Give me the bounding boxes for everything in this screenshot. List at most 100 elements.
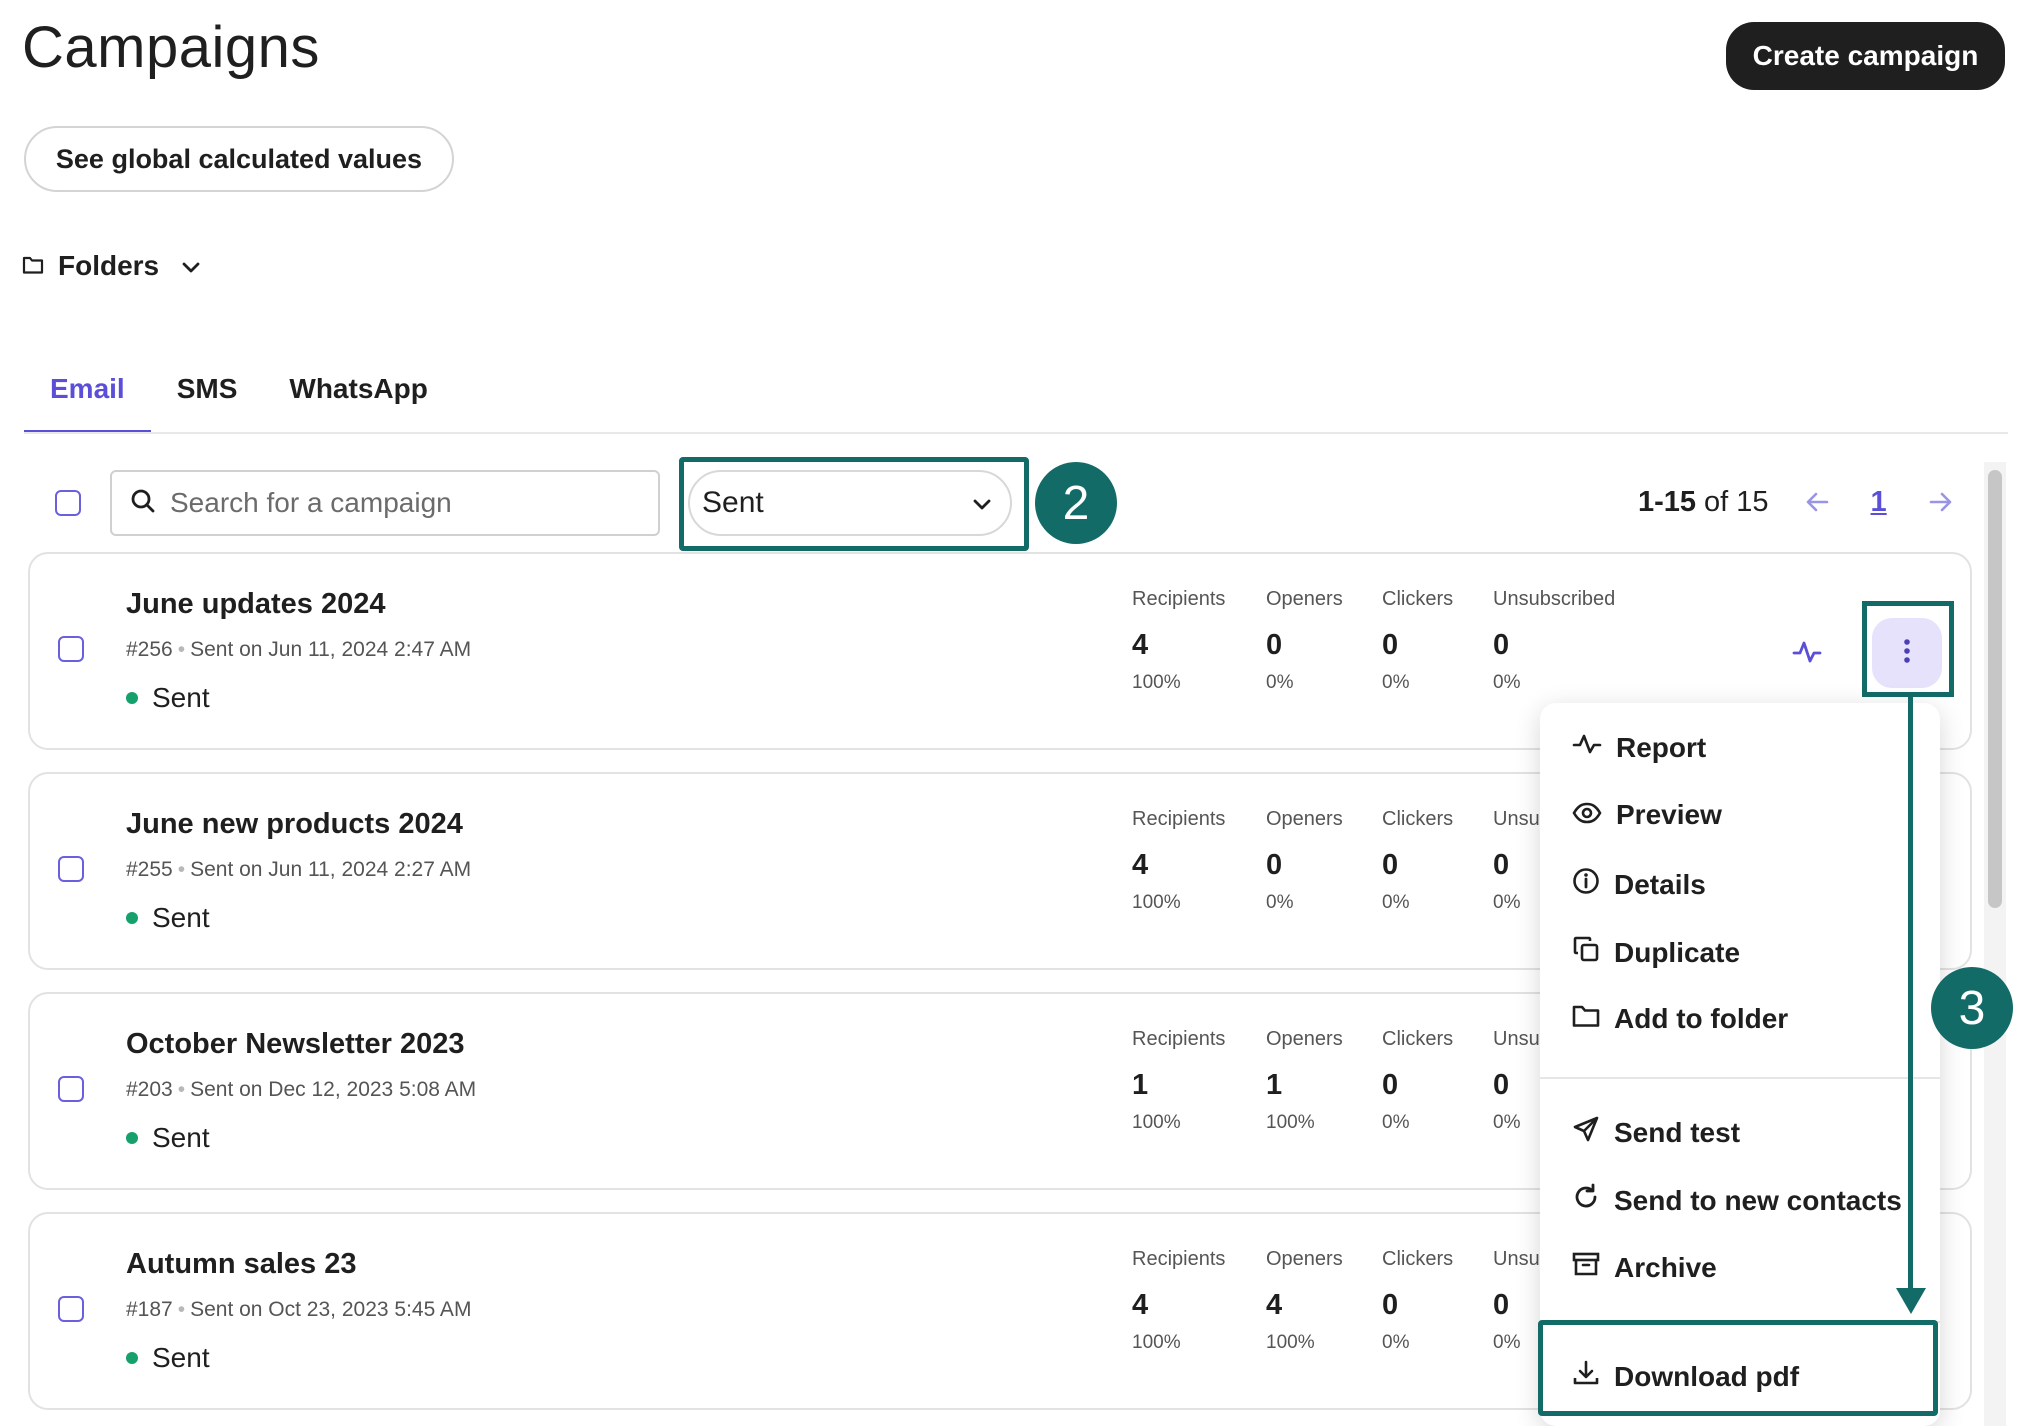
annotation-arrow-line [1908,697,1913,1293]
eye-icon [1572,799,1602,831]
campaign-name[interactable]: June updates 2024 [126,588,386,621]
stat-pct: 100% [1132,1112,1181,1133]
select-all-checkbox[interactable] [55,490,81,516]
campaign-id: #255 [126,858,173,881]
status-dot [126,692,138,704]
stat-value: 0 [1493,849,1510,881]
status-label: Sent [152,1122,210,1153]
stat-value: 4 [1132,629,1149,661]
status-label: Sent [152,902,210,933]
stat-openers: Openers 0 0% [1266,588,1343,694]
campaign-meta: #187 • Sent on Oct 23, 2023 5:45 AM [126,1298,472,1321]
campaign-id: #203 [126,1078,173,1101]
stat-openers: Openers 4 100% [1266,1248,1343,1354]
menu-label: Preview [1616,799,1722,830]
create-campaign-button[interactable]: Create campaign [1726,22,2005,90]
campaign-status: Sent [126,1342,210,1374]
campaign-status: Sent [126,682,210,714]
campaign-checkbox[interactable] [58,856,84,882]
tab-email[interactable]: Email [24,370,151,434]
campaign-name[interactable]: June new products 2024 [126,808,463,841]
status-label: Sent [152,1342,210,1373]
more-actions-highlight [1862,601,1954,697]
stat-label: Openers [1266,1248,1343,1270]
status-label: Sent [152,682,210,713]
stat-pct: 100% [1266,1332,1315,1353]
campaign-checkbox[interactable] [58,1076,84,1102]
search-input[interactable] [170,487,610,519]
stat-pct: 0% [1266,672,1294,693]
duplicate-icon [1572,935,1600,970]
stat-unsubscribed: Unsu 0 0% [1493,1248,1540,1354]
menu-label: Add to folder [1614,1003,1789,1034]
channel-tabs: Email SMS WhatsApp [24,370,454,434]
tabs-divider [24,432,2008,434]
menu-label: Duplicate [1614,936,1741,968]
stat-label: Clickers [1382,588,1454,610]
menu-item-send-to-new-contacts[interactable]: Send to new contacts [1572,1183,1902,1218]
arrow-right-icon[interactable] [1929,484,1953,521]
stat-label: Recipients [1132,1028,1226,1050]
stat-label: Openers [1266,588,1343,610]
stat-value: 0 [1382,629,1399,661]
global-values-button[interactable]: See global calculated values [24,126,454,192]
status-filter-select[interactable]: Sent [688,470,1012,536]
stat-value: 4 [1266,1289,1283,1321]
menu-label: Send test [1614,1116,1741,1148]
info-icon [1572,867,1600,902]
search-box[interactable] [110,470,660,536]
stat-label: Openers [1266,1028,1343,1050]
menu-label: Details [1614,868,1706,900]
stat-unsubscribed: Unsubscribed 0 0% [1493,588,1615,694]
menu-item-report[interactable]: Report [1572,731,1706,764]
folders-label: Folders [58,250,160,281]
pager-page-1[interactable]: 1 [1871,486,1887,519]
archive-icon [1572,1251,1600,1284]
menu-item-preview[interactable]: Preview [1572,799,1722,831]
pager-total: of 15 [1704,486,1769,518]
chevron-down-icon [972,486,992,520]
stat-value: 0 [1382,1289,1399,1321]
menu-item-details[interactable]: Details [1572,867,1706,902]
stat-pct: 0% [1382,672,1410,693]
stat-pct: 100% [1132,1332,1181,1353]
campaign-sent-date: Sent on Oct 23, 2023 5:45 AM [190,1298,472,1321]
stat-label: Recipients [1132,1248,1226,1270]
step-3-badge: 3 [1931,967,2013,1049]
tab-whatsapp[interactable]: WhatsApp [263,370,453,434]
stat-pct: 0% [1493,1332,1521,1353]
stat-pct: 100% [1132,672,1181,693]
activity-icon[interactable] [1792,638,1822,671]
stat-pct: 100% [1132,892,1181,913]
folders-toggle[interactable]: Folders [22,250,201,282]
menu-item-send-test[interactable]: Send test [1572,1115,1740,1150]
menu-item-add-to-folder[interactable]: Add to folder [1572,1003,1788,1035]
campaign-name[interactable]: October Newsletter 2023 [126,1028,464,1061]
campaign-id: #256 [126,638,173,661]
menu-label: Archive [1614,1251,1717,1283]
stat-unsubscribed: Unsu 0 0% [1493,808,1540,914]
search-icon [130,488,156,519]
status-dot [126,1132,138,1144]
campaign-checkbox[interactable] [58,1296,84,1322]
send-icon [1572,1115,1600,1150]
scrollbar-thumb[interactable] [1988,470,2002,908]
stat-clickers: Clickers 0 0% [1382,1248,1453,1354]
refresh-icon [1572,1183,1600,1218]
campaign-checkbox[interactable] [58,636,84,662]
tab-sms[interactable]: SMS [151,370,264,434]
status-filter-value: Sent [702,486,764,519]
pager-range: 1-15 [1638,486,1697,518]
menu-item-archive[interactable]: Archive [1572,1251,1717,1284]
stat-value: 0 [1382,849,1399,881]
campaign-meta: #203 • Sent on Dec 12, 2023 5:08 AM [126,1078,477,1101]
stat-recipients: Recipients 4 100% [1132,1248,1225,1354]
stat-label: Unsubscribed [1493,588,1616,610]
campaign-name[interactable]: Autumn sales 23 [126,1248,356,1281]
campaign-sent-date: Sent on Jun 11, 2024 2:47 AM [190,638,472,661]
arrow-left-icon[interactable] [1805,484,1829,521]
page-title: Campaigns [22,15,320,80]
campaign-meta: #256 • Sent on Jun 11, 2024 2:47 AM [126,638,472,661]
stat-value: 0 [1493,629,1510,661]
menu-item-duplicate[interactable]: Duplicate [1572,935,1740,970]
